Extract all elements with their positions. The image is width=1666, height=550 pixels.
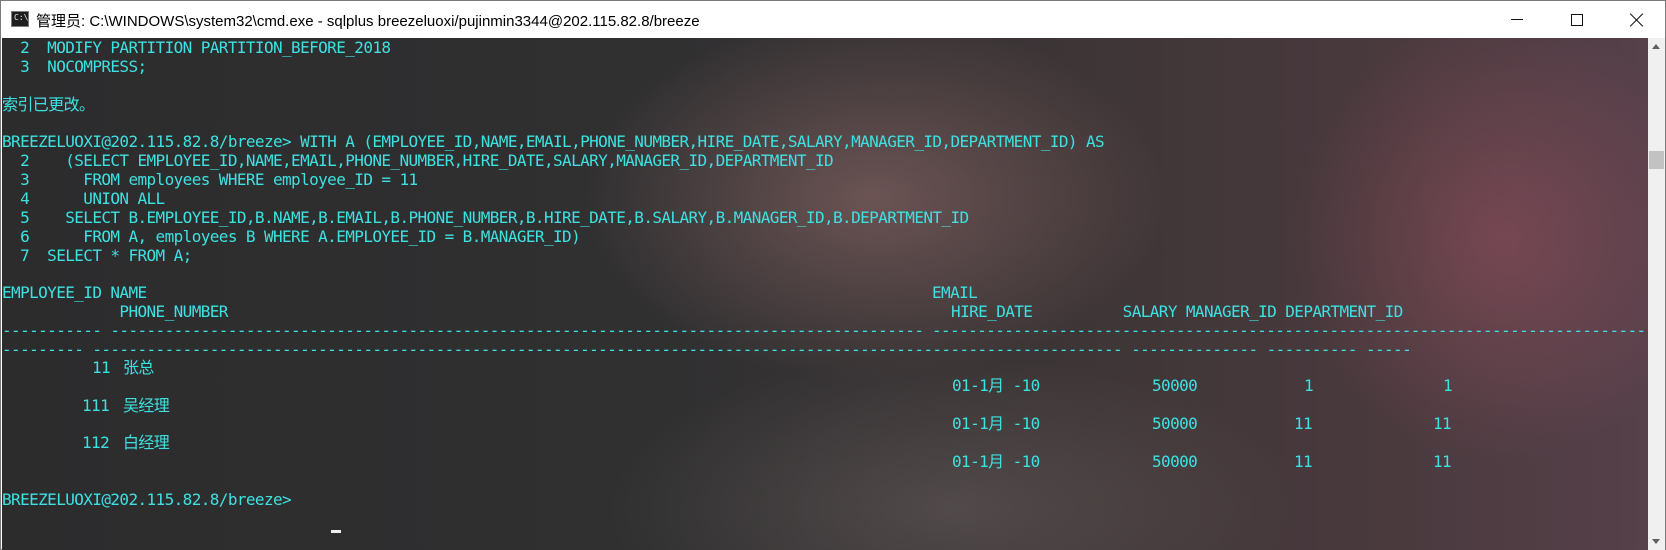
cell-employee-id: 111 xyxy=(82,396,110,415)
cell-name: 吴经理 xyxy=(123,396,170,415)
cell-manager-id: 11 xyxy=(1294,414,1313,433)
cell-hire-date: 01-1月 -10 xyxy=(952,452,1040,471)
console-line: 6 FROM A, employees B WHERE A.EMPLOYEE_I… xyxy=(2,227,581,246)
cmd-window: C:\. 管理员: C:\WINDOWS\system32\cmd.exe - … xyxy=(0,0,1666,550)
separator-line: --------- ------------------------------… xyxy=(2,340,1412,359)
console-line: 4 UNION ALL xyxy=(2,189,165,208)
console-line: 7 SELECT * FROM A; xyxy=(2,246,192,265)
cell-salary: 50000 xyxy=(1152,376,1198,395)
close-icon xyxy=(1630,13,1644,27)
sql-prompt[interactable]: BREEZELUOXI@202.115.82.8/breeze> xyxy=(2,490,300,510)
maximize-icon xyxy=(1571,14,1583,26)
cell-hire-date: 01-1月 -10 xyxy=(952,376,1040,395)
vertical-scrollbar[interactable] xyxy=(1648,38,1665,550)
cmd-icon-glyph: C:\. xyxy=(14,13,34,22)
cmd-app-icon[interactable]: C:\. xyxy=(11,11,33,27)
console-line: 2 (SELECT EMPLOYEE_ID,NAME,EMAIL,PHONE_N… xyxy=(2,151,834,170)
cell-department-id: 11 xyxy=(1433,414,1452,433)
column-header-email: EMAIL xyxy=(932,283,978,302)
console-line: 5 SELECT B.EMPLOYEE_ID,B.NAME,B.EMAIL,B.… xyxy=(2,208,969,227)
window-title: 管理员: C:\WINDOWS\system32\cmd.exe - sqlpl… xyxy=(36,13,700,30)
maximize-button[interactable] xyxy=(1547,1,1607,38)
scroll-down-button[interactable] xyxy=(1648,533,1665,550)
column-header-phone: PHONE_NUMBER xyxy=(2,302,228,321)
minimize-button[interactable] xyxy=(1487,1,1547,38)
cell-manager-id: 11 xyxy=(1294,452,1313,471)
console-output[interactable]: 2 MODIFY PARTITION PARTITION_BEFORE_2018… xyxy=(2,38,1648,550)
scrollbar-thumb[interactable] xyxy=(1649,151,1664,169)
separator-line: ----------- ----------------------------… xyxy=(2,321,922,340)
cell-hire-date: 01-1月 -10 xyxy=(952,414,1040,433)
console-line: 3 FROM employees WHERE employee_ID = 11 xyxy=(2,170,418,189)
minimize-icon xyxy=(1511,19,1523,20)
title-bar[interactable]: C:\. 管理员: C:\WINDOWS\system32\cmd.exe - … xyxy=(1,1,1665,38)
cell-salary: 50000 xyxy=(1152,452,1198,471)
cell-department-id: 11 xyxy=(1433,452,1452,471)
column-header-employee-name: EMPLOYEE_ID NAME xyxy=(2,283,147,302)
console-line: 索引已更改。 xyxy=(2,95,95,114)
chevron-down-icon xyxy=(1652,539,1660,544)
text-cursor xyxy=(331,530,341,533)
cell-employee-id: 112 xyxy=(82,433,110,452)
console-line: 2 MODIFY PARTITION PARTITION_BEFORE_2018 xyxy=(2,38,391,57)
chevron-up-icon xyxy=(1652,44,1660,49)
scroll-up-button[interactable] xyxy=(1648,38,1665,55)
console-line: 3 NOCOMPRESS; xyxy=(2,57,147,76)
console-line: BREEZELUOXI@202.115.82.8/breeze> WITH A … xyxy=(2,132,1105,151)
close-button[interactable] xyxy=(1607,1,1666,38)
separator-line: ----------------------------------------… xyxy=(932,321,1648,340)
cell-manager-id: 1 xyxy=(1304,376,1314,395)
cell-name: 张总 xyxy=(123,358,154,377)
cell-name: 白经理 xyxy=(123,433,170,452)
column-header-hire-salary-manager-dept: HIRE_DATE SALARY MANAGER_ID DEPARTMENT_I… xyxy=(942,302,1403,321)
cell-salary: 50000 xyxy=(1152,414,1198,433)
cell-department-id: 1 xyxy=(1443,376,1453,395)
cell-employee-id: 11 xyxy=(92,358,111,377)
